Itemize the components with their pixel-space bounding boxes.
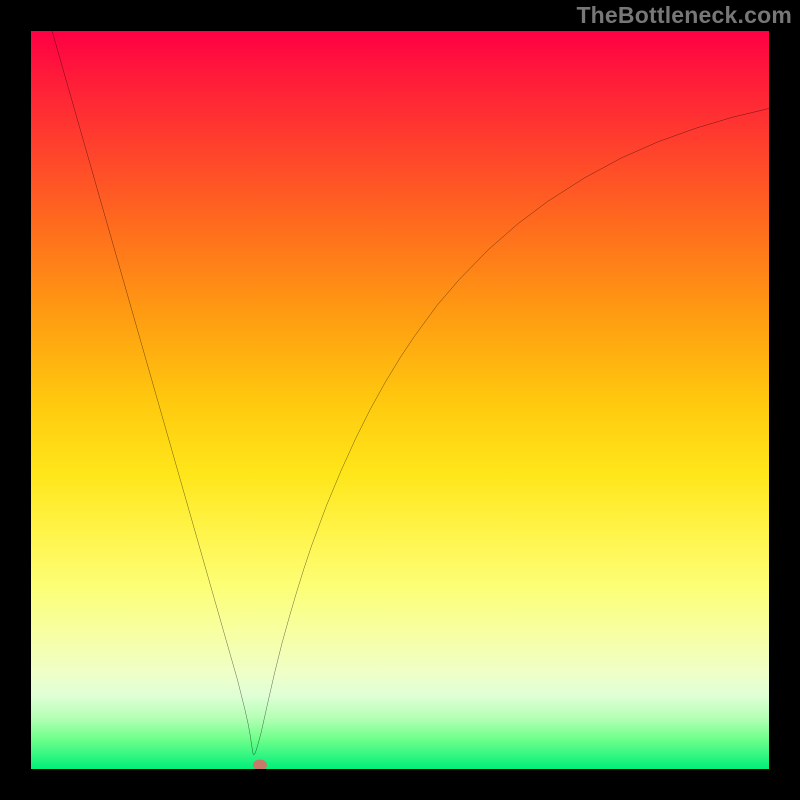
bottleneck-curve xyxy=(31,31,769,769)
chart-frame: TheBottleneck.com xyxy=(0,0,800,800)
optimum-marker-icon xyxy=(253,760,267,769)
plot-area xyxy=(31,31,769,769)
watermark-text: TheBottleneck.com xyxy=(576,2,792,29)
